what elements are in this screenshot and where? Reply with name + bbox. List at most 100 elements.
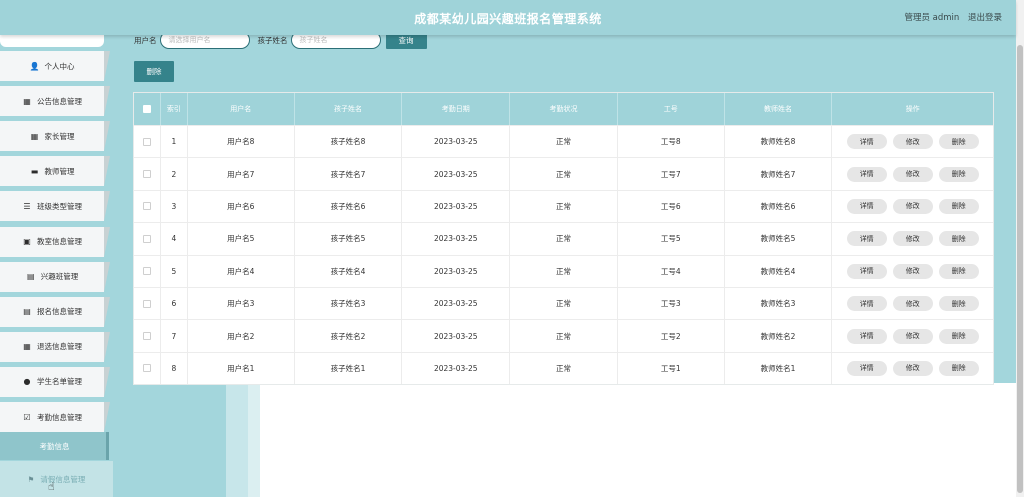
delete-row-button[interactable]: 删除 [938,263,979,279]
grid-icon: ▦ [23,96,31,106]
detail-button[interactable]: 详情 [846,134,887,150]
sidebar-item-label: 兴趣班管理 [40,272,79,282]
row-checkbox[interactable] [142,234,151,243]
edit-button[interactable]: 修改 [892,166,933,182]
sidebar-item[interactable]: ▤ 报名信息管理 [0,296,110,327]
cell-child: 孩子姓名6 [295,190,403,223]
row-checkbox[interactable] [142,332,151,341]
table-row: 5 用户名4 孩子姓名4 2023-03-25 正常 工号4 教师姓名4 详情 修改 删除 [134,254,993,287]
edit-button[interactable]: 修改 [892,231,933,247]
cell-date: 2023-03-25 [402,352,511,385]
grid-icon: ▦ [30,131,39,141]
detail-button[interactable]: 详情 [846,231,887,247]
select-all-checkbox[interactable] [142,105,151,113]
item-edge-decoration [104,331,110,362]
classroom-icon: ▣ [23,237,31,246]
cell-teacher: 教师姓名6 [725,190,833,223]
cell-username: 用户名4 [188,255,295,287]
detail-button[interactable]: 详情 [846,360,887,376]
page-scrollbar[interactable] [1016,0,1024,497]
cell-index: 5 [161,255,188,287]
delete-row-button[interactable]: 删除 [938,328,979,344]
sidebar-item[interactable]: ▦ 家长管理 [0,121,110,152]
delete-row-button[interactable]: 删除 [938,134,979,150]
decorative-block [248,383,260,497]
table-row: 7 用户名2 孩子姓名2 2023-03-25 正常 工号2 教师姓名2 详情 修改 删除 [134,319,993,352]
cell-teacher: 教师姓名7 [725,158,833,190]
table-row: 1 用户名8 孩子姓名8 2023-03-25 正常 工号8 教师姓名8 详情 修改 删除 [134,125,993,158]
cell-username: 用户名2 [188,320,295,352]
edit-button[interactable]: 修改 [892,328,933,344]
item-edge-decoration [104,366,110,397]
detail-button[interactable]: 详情 [846,328,887,344]
scrollbar-thumb[interactable] [1017,45,1023,493]
cell-teacher: 教师姓名2 [725,320,833,352]
sidebar-item-label: 教室信息管理 [37,237,82,246]
sidebar-item[interactable]: ▣ 教室信息管理 [0,226,110,257]
delete-row-button[interactable]: 删除 [938,296,979,312]
detail-button[interactable]: 详情 [846,198,887,214]
edit-button[interactable]: 修改 [892,198,933,214]
flag-icon: ⚑ [27,474,35,484]
cell-index: 7 [161,320,188,352]
content-area [260,383,1016,497]
sidebar-item[interactable]: ▤ 兴趣班管理 [0,261,110,292]
sidebar-item[interactable]: ☑ 考勤信息管理 [0,402,110,432]
cell-child: 孩子姓名5 [295,223,403,255]
edit-button[interactable]: 修改 [892,296,933,312]
sidebar-item[interactable]: ▦ 退选信息管理 [0,331,110,362]
cell-username: 用户名3 [188,287,295,320]
row-checkbox[interactable] [142,202,151,211]
item-edge-decoration [104,121,110,152]
sidebar-item-label: 个人中心 [44,61,75,71]
row-checkbox[interactable] [142,364,151,373]
row-checkbox[interactable] [142,267,151,276]
mouse-pointer-icon: ☝ [48,480,55,493]
cell-job-no: 工号4 [618,255,725,287]
header-status: 考勤状况 [510,93,618,125]
sidebar-item[interactable]: ☰ 班级类型管理 [0,191,110,222]
detail-button[interactable]: 详情 [846,263,887,279]
sliders-icon: ☰ [23,201,31,211]
sidebar-item-label: 学生名单管理 [37,377,82,387]
logout-link[interactable]: 退出登录 [968,13,1002,23]
cell-index: 8 [161,352,188,385]
sidebar-item-label: 班级类型管理 [37,201,82,211]
sidebar-item[interactable]: ▦ 公告信息管理 [0,86,110,117]
cell-teacher: 教师姓名8 [725,126,833,158]
sidebar-item[interactable]: 👤 个人中心 [0,51,110,81]
cell-status: 正常 [510,320,618,352]
attendance-table: 索引 用户名 孩子姓名 考勤日期 考勤状况 工号 教师姓名 操作 1 用户名8 孩子… [133,92,994,386]
row-checkbox[interactable] [142,170,151,179]
cell-teacher: 教师姓名1 [725,352,833,385]
sidebar-item[interactable]: ▬ 教师管理 [0,156,110,187]
sidebar-subitem-attendance[interactable]: 考勤信息 [0,432,109,460]
cell-job-no: 工号8 [618,126,725,158]
row-checkbox[interactable] [142,137,151,146]
header-child-name: 孩子姓名 [295,93,403,125]
delete-row-button[interactable]: 删除 [938,166,979,182]
top-header: 成都某幼儿园兴趣班报名管理系统 管理员 admin 退出登录 [0,0,1016,35]
item-edge-decoration [104,402,110,432]
detail-button[interactable]: 详情 [846,166,887,182]
cell-status: 正常 [510,126,618,158]
edit-button[interactable]: 修改 [892,134,933,150]
edit-button[interactable]: 修改 [892,263,933,279]
item-edge-decoration [104,226,110,257]
delete-button[interactable]: 删除 [134,61,174,82]
cell-index: 4 [161,223,188,255]
sidebar-top-strip [0,35,104,47]
cell-date: 2023-03-25 [402,190,511,223]
edit-button[interactable]: 修改 [892,360,933,376]
delete-row-button[interactable]: 删除 [938,231,979,247]
sidebar-item-leave[interactable]: ⚑ 请假信息管理 [0,461,113,497]
sidebar-item[interactable]: ● 学生名单管理 [0,366,110,397]
delete-row-button[interactable]: 删除 [938,360,979,376]
item-edge-decoration [104,296,110,327]
item-edge-decoration [104,86,110,117]
row-checkbox[interactable] [142,299,151,308]
detail-button[interactable]: 详情 [846,296,887,312]
delete-row-button[interactable]: 删除 [938,198,979,214]
sidebar-item-label: 家长管理 [44,131,75,141]
sidebar-item-label: 报名信息管理 [37,307,82,317]
